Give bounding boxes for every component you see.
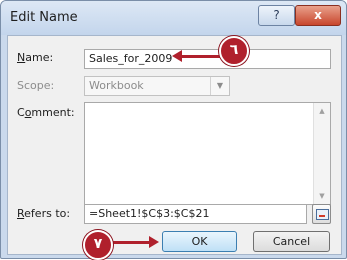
name-input[interactable]: Sales_for_2009: [84, 49, 331, 69]
callout-7-arrowhead-icon: [149, 236, 159, 248]
cancel-button[interactable]: Cancel: [253, 231, 330, 252]
callout-6-arrowhead-icon: [172, 50, 182, 62]
scope-label: Scope:: [17, 79, 55, 92]
dialog-title: Edit Name: [10, 10, 78, 25]
close-button[interactable]: x: [295, 5, 341, 26]
chevron-down-icon[interactable]: ▼: [210, 77, 229, 95]
range-select-icon: [316, 209, 329, 220]
ok-button[interactable]: OK: [162, 231, 237, 252]
comment-textarea[interactable]: ▲ ▼: [84, 102, 331, 205]
refers-to-input[interactable]: =Sheet1!$C$3:$C$21: [84, 204, 307, 224]
callout-6-arrow-line: [180, 55, 220, 58]
comment-scrollbar[interactable]: ▲ ▼: [313, 103, 330, 204]
scope-value: Workbook: [89, 79, 144, 92]
refers-to-label: Refers to:: [17, 207, 71, 220]
callout-7-arrow-line: [110, 241, 150, 244]
comment-label: Comment:: [17, 106, 75, 119]
scope-select[interactable]: Workbook ▼: [84, 76, 230, 96]
dialog-body: Name: Sales_for_2009 Scope: Workbook ▼ C…: [7, 35, 342, 255]
callout-6-badge: ٦: [219, 36, 249, 66]
name-label: Name:: [17, 51, 54, 64]
title-bar: Edit Name ? x: [1, 1, 346, 35]
scroll-up-icon[interactable]: ▲: [314, 103, 330, 119]
scroll-down-icon[interactable]: ▼: [314, 188, 330, 204]
help-button[interactable]: ?: [258, 5, 295, 26]
collapse-dialog-button[interactable]: [312, 204, 331, 224]
callout-7-badge: ٧: [83, 230, 113, 260]
edit-name-dialog: Edit Name ? x Name: Sales_for_2009 Scope…: [0, 0, 347, 259]
